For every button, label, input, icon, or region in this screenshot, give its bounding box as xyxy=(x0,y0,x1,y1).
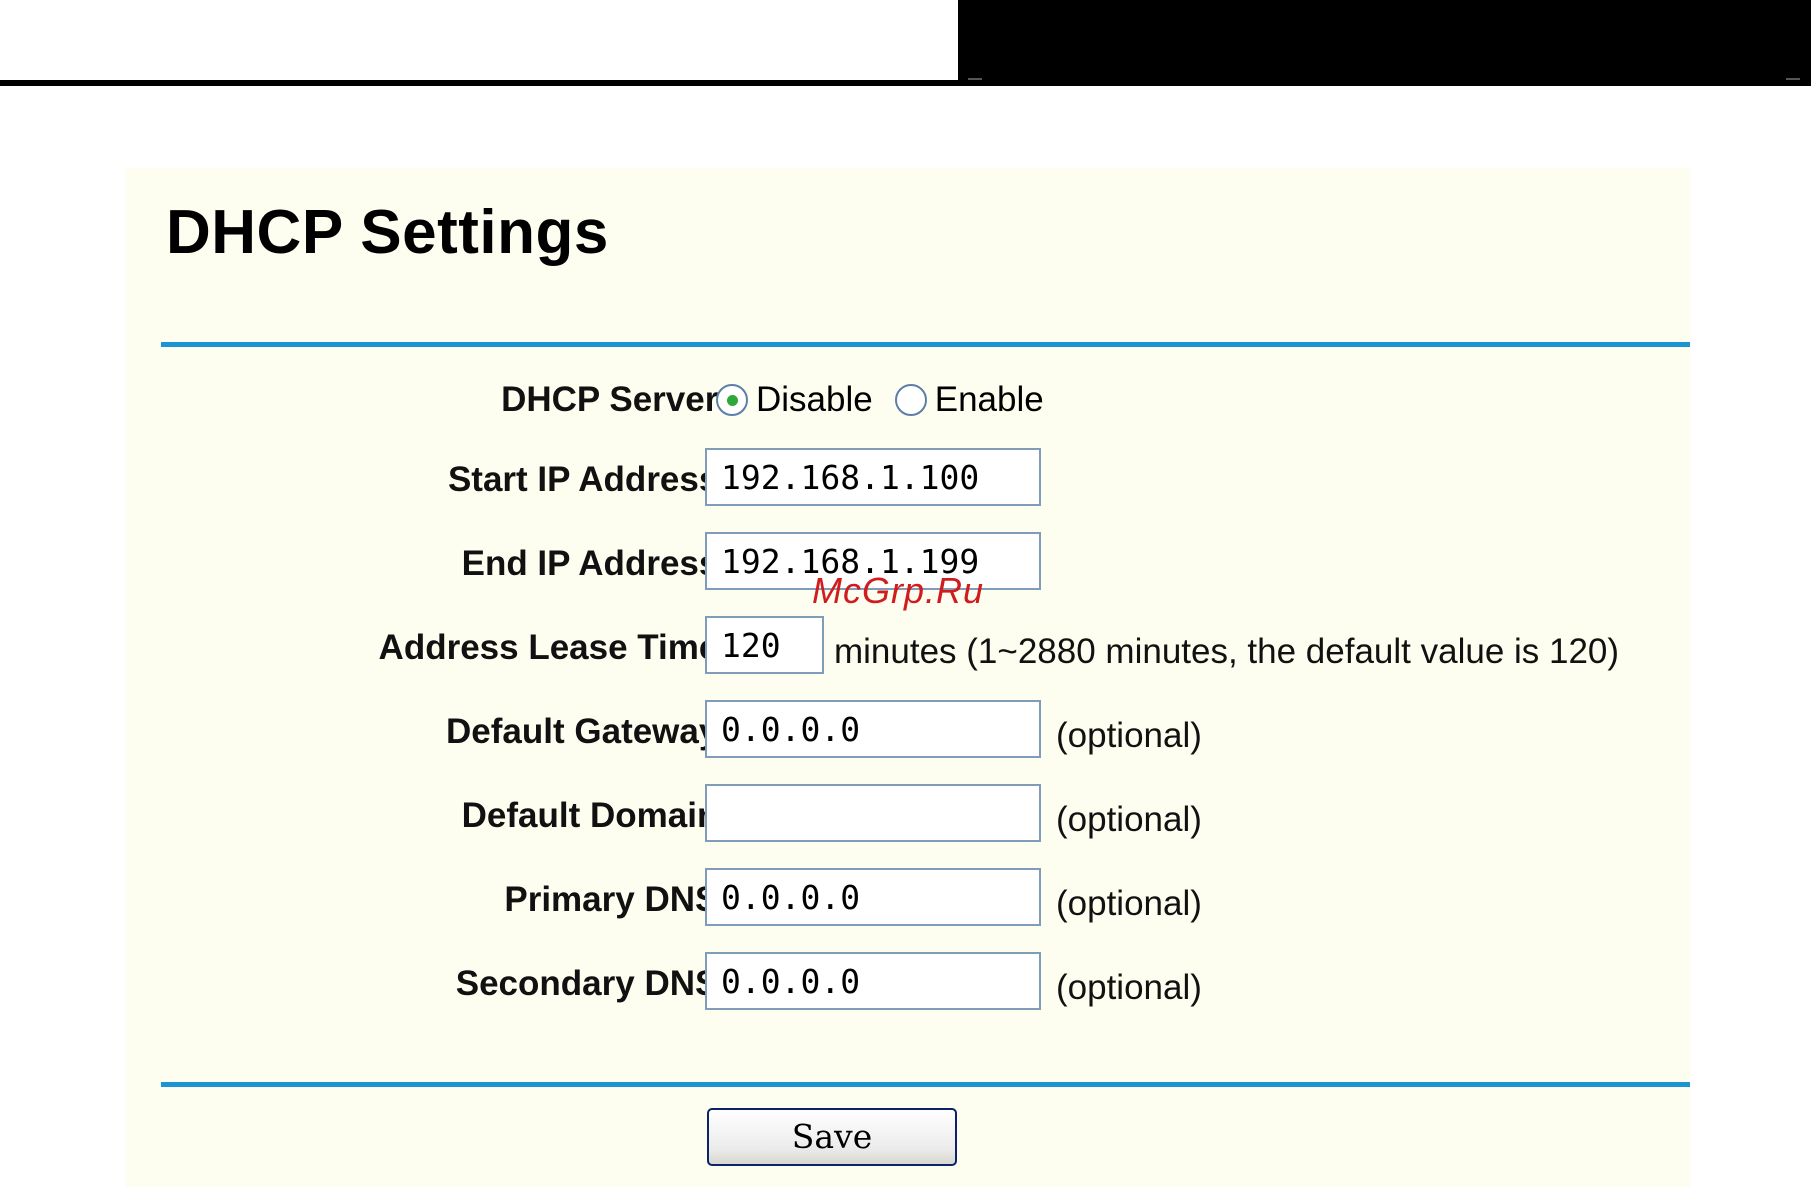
dhcp-disable-label[interactable]: Disable xyxy=(756,380,873,420)
default-gateway-row: Default Gateway: (optional) xyxy=(126,700,1690,764)
dhcp-server-label: DHCP Server: xyxy=(501,380,730,419)
default-domain-label: Default Domain: xyxy=(461,796,730,835)
secondary-dns-label: Secondary DNS: xyxy=(455,964,730,1003)
save-button[interactable]: Save xyxy=(707,1108,957,1166)
dhcp-enable-label[interactable]: Enable xyxy=(935,380,1044,420)
lease-time-row: Address Lease Time: minutes (1~2880 minu… xyxy=(126,616,1690,680)
header-tick-mark xyxy=(968,78,982,80)
end-ip-label: End IP Address: xyxy=(461,544,730,583)
section-divider-bottom xyxy=(161,1082,1690,1087)
secondary-dns-row: Secondary DNS: (optional) xyxy=(126,952,1690,1016)
header-tick-mark xyxy=(1786,78,1800,80)
dhcp-disable-radio[interactable] xyxy=(716,384,748,416)
default-domain-hint: (optional) xyxy=(1056,800,1202,839)
lease-time-label: Address Lease Time: xyxy=(378,628,730,667)
header-black-block xyxy=(958,0,1811,86)
default-domain-input[interactable] xyxy=(705,784,1041,842)
default-gateway-input[interactable] xyxy=(705,700,1041,758)
default-gateway-hint: (optional) xyxy=(1056,716,1202,755)
primary-dns-row: Primary DNS: (optional) xyxy=(126,868,1690,932)
start-ip-input[interactable] xyxy=(705,448,1041,506)
header-rule xyxy=(0,80,960,86)
watermark-text: McGrp.Ru xyxy=(812,570,985,611)
section-divider-top xyxy=(161,342,1690,347)
start-ip-row: Start IP Address: xyxy=(126,448,1690,512)
primary-dns-label: Primary DNS: xyxy=(504,880,730,919)
default-domain-row: Default Domain: (optional) xyxy=(126,784,1690,848)
dhcp-server-radio-group: Disable Enable xyxy=(716,368,1066,432)
radio-selected-dot xyxy=(726,394,738,406)
primary-dns-hint: (optional) xyxy=(1056,884,1202,923)
lease-time-input[interactable] xyxy=(705,616,824,674)
default-gateway-label: Default Gateway: xyxy=(446,712,730,751)
primary-dns-input[interactable] xyxy=(705,868,1041,926)
page-title: DHCP Settings xyxy=(166,198,609,267)
secondary-dns-hint: (optional) xyxy=(1056,968,1202,1007)
secondary-dns-input[interactable] xyxy=(705,952,1041,1010)
start-ip-label: Start IP Address: xyxy=(447,460,730,499)
dhcp-settings-panel: DHCP Settings DHCP Server: Disable Enabl… xyxy=(126,168,1690,1187)
dhcp-server-row: DHCP Server: Disable Enable xyxy=(126,368,1690,432)
dhcp-enable-radio[interactable] xyxy=(894,384,927,416)
lease-time-hint: minutes (1~2880 minutes, the default val… xyxy=(834,632,1620,671)
